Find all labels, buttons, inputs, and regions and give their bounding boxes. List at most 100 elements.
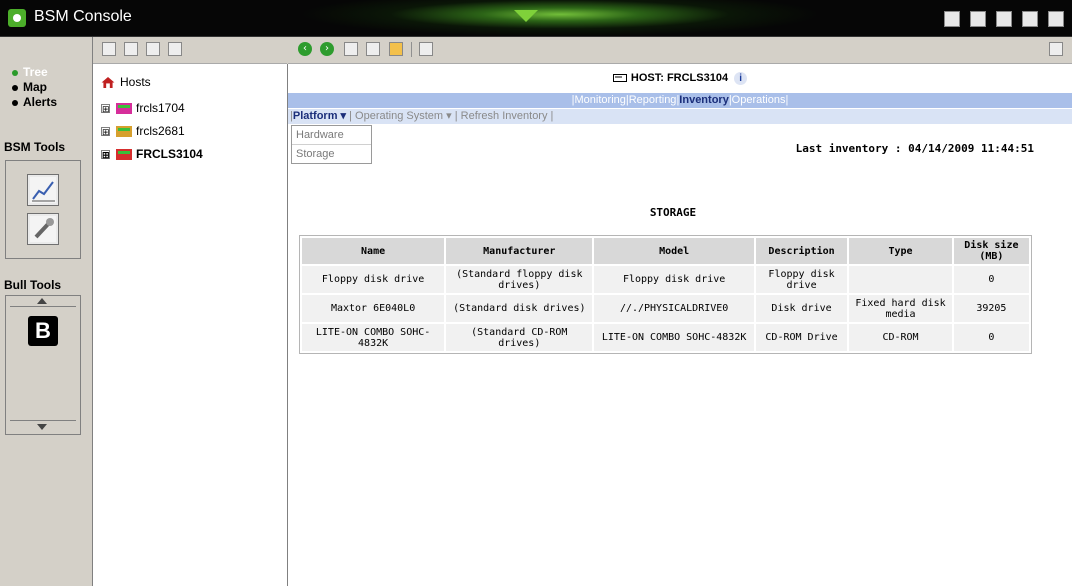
cell-model: Floppy disk drive bbox=[594, 266, 754, 293]
cell-disk-size: 39205 bbox=[953, 295, 1029, 322]
tree-node[interactable]: ⊞ frcls2681 bbox=[101, 124, 185, 138]
host-title: HOST: FRCLS3104 bbox=[630, 72, 729, 84]
cell-disk-size: 0 bbox=[953, 266, 1029, 293]
exit-icon[interactable] bbox=[1048, 11, 1064, 27]
menu-item-storage[interactable]: Storage bbox=[292, 144, 371, 163]
tools-icon[interactable] bbox=[944, 11, 960, 27]
cell-disk-size: 0 bbox=[953, 324, 1029, 351]
chevron-down-icon: ▾ bbox=[443, 110, 452, 122]
settings-icon[interactable] bbox=[1022, 11, 1038, 27]
chart-tool-icon[interactable] bbox=[27, 174, 59, 206]
menu-item-hardware[interactable]: Hardware bbox=[292, 126, 371, 144]
column-header: Type bbox=[849, 238, 952, 264]
subtab-platform[interactable]: Platform bbox=[293, 110, 338, 122]
cell-type bbox=[849, 266, 952, 293]
scroll-up-icon[interactable] bbox=[37, 298, 47, 304]
cell-model: //./PHYSICALDRIVE0 bbox=[594, 295, 754, 322]
inventory-subtabs: |Platform ▾ | Operating System ▾ | Refre… bbox=[288, 109, 1072, 124]
sync-icon[interactable] bbox=[366, 42, 380, 56]
cell-name: Floppy disk drive bbox=[302, 266, 445, 293]
expand-icon[interactable]: ⊞ bbox=[101, 104, 110, 114]
cell-description: CD-ROM Drive bbox=[755, 324, 848, 351]
bullet-icon bbox=[12, 69, 18, 76]
divider bbox=[411, 42, 412, 57]
home-icon bbox=[101, 77, 115, 89]
tree-toolbar bbox=[93, 37, 287, 64]
nav-map[interactable]: Map bbox=[12, 80, 47, 94]
edit-icon[interactable] bbox=[124, 42, 138, 56]
divider bbox=[10, 306, 76, 307]
refresh-icon[interactable] bbox=[344, 42, 358, 56]
expand-icon[interactable]: ⊞ bbox=[101, 150, 110, 160]
tab-monitoring[interactable]: Monitoring bbox=[575, 94, 626, 106]
tree-root-hosts[interactable]: Hosts bbox=[100, 75, 151, 89]
bull-tools-panel: B bbox=[5, 295, 81, 435]
cell-manufacturer: (Standard floppy disk drives) bbox=[446, 266, 593, 293]
refresh-icon[interactable] bbox=[996, 11, 1012, 27]
bullet-icon bbox=[12, 99, 18, 106]
window-icon[interactable] bbox=[419, 42, 433, 56]
chevron-down-icon: ▾ bbox=[337, 110, 347, 122]
table-row: Maxtor 6E040L0 (Standard disk drives) //… bbox=[302, 295, 1029, 322]
column-header: Disk size (MB) bbox=[953, 238, 1029, 264]
tree-node-selected[interactable]: ⊞ FRCLS3104 bbox=[101, 147, 203, 161]
title-bar-toolbar bbox=[944, 11, 1064, 27]
table-row: LITE-ON COMBO SOHC-4832K (Standard CD-RO… bbox=[302, 324, 1029, 351]
column-header: Model bbox=[594, 238, 754, 264]
column-header: Description bbox=[755, 238, 848, 264]
wrench-tool-icon[interactable] bbox=[27, 213, 59, 245]
search-icon[interactable] bbox=[168, 42, 182, 56]
host-icon bbox=[116, 149, 132, 161]
cell-name: LITE-ON COMBO SOHC-4832K bbox=[302, 324, 445, 351]
storage-title: STORAGE bbox=[649, 206, 697, 219]
bsm-tools-label: BSM Tools bbox=[4, 140, 66, 154]
info-icon[interactable]: i bbox=[734, 72, 748, 85]
subtab-refresh-inventory[interactable]: Refresh Inventory bbox=[461, 110, 548, 122]
column-header: Name bbox=[302, 238, 445, 264]
expand-icon[interactable]: ⊞ bbox=[101, 127, 110, 137]
back-icon[interactable]: ‹ bbox=[298, 42, 312, 56]
divider bbox=[10, 420, 76, 421]
tree-node[interactable]: ⊞ frcls1704 bbox=[101, 101, 185, 115]
platform-menu: Hardware Storage bbox=[291, 125, 372, 164]
tab-operations[interactable]: Operations bbox=[732, 94, 786, 106]
print-icon[interactable] bbox=[1049, 42, 1063, 56]
cell-type: Fixed hard disk media bbox=[849, 295, 952, 322]
hosts-icon[interactable] bbox=[102, 42, 116, 56]
title-bar-triangle bbox=[514, 10, 538, 22]
forward-icon[interactable]: › bbox=[320, 42, 334, 56]
bull-b-icon[interactable]: B bbox=[28, 316, 58, 346]
main-toolbar: ‹ › bbox=[288, 37, 1072, 64]
bsm-logo-icon bbox=[8, 9, 26, 27]
cell-description: Disk drive bbox=[755, 295, 848, 322]
cell-manufacturer: (Standard disk drives) bbox=[446, 295, 593, 322]
home-icon[interactable] bbox=[389, 42, 403, 56]
cell-model: LITE-ON COMBO SOHC-4832K bbox=[594, 324, 754, 351]
main-content: HOST: FRCLS3104 i |Monitoring|Reporting|I… bbox=[288, 64, 1072, 586]
subtab-operating-system[interactable]: Operating System bbox=[355, 110, 443, 122]
bsm-tools-panel bbox=[5, 160, 81, 259]
host-tree: Hosts ⊞ frcls1704 ⊞ frcls2681 ⊞ FRCLS3104 bbox=[93, 64, 288, 586]
table-row: Floppy disk drive (Standard floppy disk … bbox=[302, 266, 1029, 293]
host-icon bbox=[116, 126, 132, 138]
document-icon[interactable] bbox=[970, 11, 986, 27]
refresh-icon[interactable] bbox=[146, 42, 160, 56]
cell-name: Maxtor 6E040L0 bbox=[302, 295, 445, 322]
title-bar-glow bbox=[300, 0, 820, 36]
bullet-icon bbox=[12, 84, 18, 91]
cell-description: Floppy disk drive bbox=[755, 266, 848, 293]
tab-inventory[interactable]: Inventory bbox=[679, 94, 729, 106]
title-bar: BSM Console bbox=[0, 0, 1072, 37]
storage-table: Name Manufacturer Model Description Type… bbox=[299, 235, 1032, 354]
tab-reporting[interactable]: Reporting bbox=[629, 94, 677, 106]
column-header: Manufacturer bbox=[446, 238, 593, 264]
bull-tools-label: Bull Tools bbox=[4, 278, 62, 292]
host-header: HOST: FRCLS3104 i bbox=[288, 72, 1072, 85]
nav-alerts[interactable]: Alerts bbox=[12, 95, 57, 109]
cell-type: CD-ROM bbox=[849, 324, 952, 351]
drive-icon bbox=[612, 74, 627, 83]
nav-tree[interactable]: Tree bbox=[12, 65, 48, 79]
scroll-down-icon[interactable] bbox=[37, 424, 47, 430]
table-header-row: Name Manufacturer Model Description Type… bbox=[302, 238, 1029, 264]
left-nav: Tree Map Alerts BSM Tools Bull Tools B bbox=[0, 37, 93, 586]
